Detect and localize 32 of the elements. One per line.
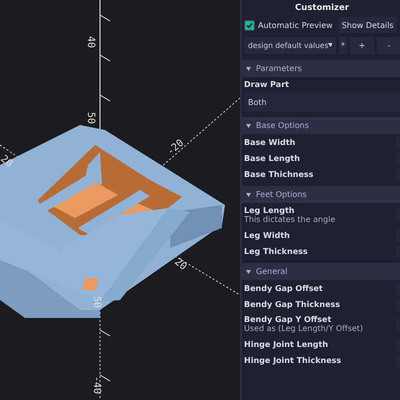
section-header[interactable]: General [242, 263, 400, 280]
preset-button[interactable]: - [377, 36, 400, 54]
parameter-label: Draw Part [244, 80, 289, 88]
parameter-label: Leg Width [244, 230, 290, 240]
panel-title: Customizer [294, 2, 350, 15]
axis-label: -20 [166, 138, 186, 158]
preset-button[interactable]: * [339, 36, 347, 54]
section-header[interactable]: Parameters [242, 60, 400, 77]
part-dropdown[interactable]: Both [244, 93, 400, 111]
parameter-label: Base Width [244, 138, 296, 146]
parameter-label: Hinge Joint Length [244, 340, 328, 348]
parameter-label: Leg Thickness [244, 246, 308, 256]
axis-label: -40 [91, 376, 101, 394]
axis-label: 20 [0, 154, 14, 170]
show-details-button[interactable]: Show Details [338, 17, 397, 33]
parameter-label: Bendy Gap Y Offset [244, 315, 332, 324]
axis-label: 40 [85, 36, 95, 48]
parameter-label: Base Thichness [244, 170, 314, 178]
axis-label: 50 [91, 296, 101, 308]
checkbox-label: Automatic Preview [258, 20, 333, 30]
parameter-label: Leg Length [244, 206, 296, 215]
parameter-label: Bendy Gap Thickness [244, 300, 340, 308]
parameter-label: Bendy Gap Offset [244, 284, 323, 292]
section-header[interactable]: Feet Options [242, 186, 400, 203]
axis-label: 20 [172, 257, 188, 273]
parameter-description: Used as (Leg Length/Y Offset) [244, 324, 364, 333]
parameter-label: Hinge Joint Thickness [244, 356, 342, 364]
axis-label: 50 [85, 112, 95, 124]
parameter-label: Base Length [244, 154, 300, 162]
parameter-description: This dictates the angle [244, 215, 336, 224]
preset-button[interactable]: + [350, 36, 374, 54]
section-header[interactable]: Base Options [242, 117, 400, 134]
